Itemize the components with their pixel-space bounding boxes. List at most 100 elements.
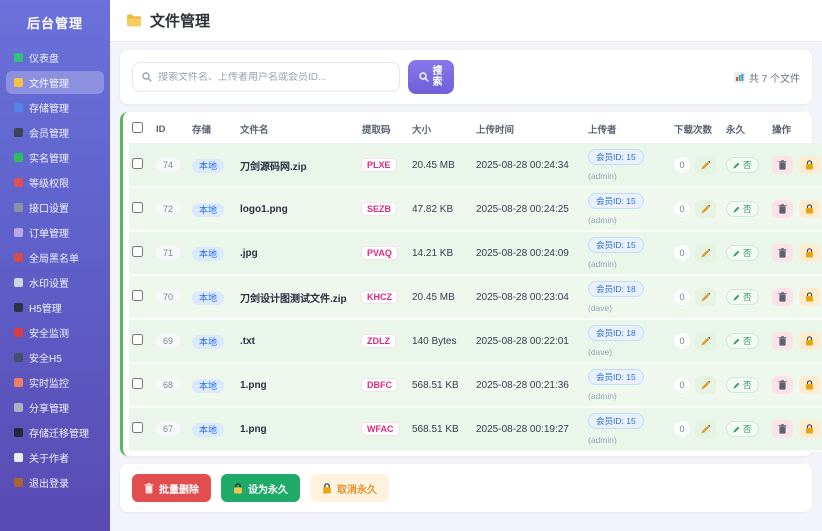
- uploader-badge: 会员ID: 15: [588, 413, 644, 429]
- edit-downloads-button[interactable]: [695, 332, 716, 350]
- sidebar-item-dashboard[interactable]: 仪表盘: [6, 46, 104, 69]
- edit-downloads-button[interactable]: [695, 200, 716, 218]
- row-checkbox[interactable]: [132, 290, 143, 301]
- col-code: 提取码: [359, 114, 409, 144]
- select-all-checkbox[interactable]: [132, 122, 143, 133]
- download-count: 0: [674, 245, 690, 261]
- download-count: 0: [674, 201, 690, 217]
- col-ops: 操作: [769, 114, 822, 144]
- lock-file-button[interactable]: [799, 332, 820, 350]
- row-checkbox[interactable]: [132, 378, 143, 389]
- row-checkbox[interactable]: [132, 422, 143, 433]
- file-id-badge: 70: [156, 289, 181, 304]
- lock-file-button[interactable]: [799, 376, 820, 394]
- delete-file-button[interactable]: [772, 332, 793, 350]
- edit-downloads-button[interactable]: [695, 288, 716, 306]
- file-size: 568.51 KB: [409, 407, 473, 452]
- search-box: [132, 62, 400, 92]
- permanent-toggle[interactable]: 否: [726, 157, 759, 173]
- sidebar-item-watermark[interactable]: 水印设置: [6, 271, 104, 294]
- edit-downloads-button[interactable]: [695, 244, 716, 262]
- trash-icon: [144, 482, 154, 494]
- row-checkbox[interactable]: [132, 202, 143, 213]
- sidebar-item-api[interactable]: 接口设置: [6, 196, 104, 219]
- row-checkbox[interactable]: [132, 334, 143, 345]
- sidebar-item-orders[interactable]: 订单管理: [6, 221, 104, 244]
- delete-file-button[interactable]: [772, 420, 793, 438]
- download-count: 0: [674, 421, 690, 437]
- sidebar-item-share[interactable]: 分享管理: [6, 396, 104, 419]
- edit-downloads-button[interactable]: [695, 420, 716, 438]
- permanent-toggle[interactable]: 否: [726, 289, 759, 305]
- table-row: 68 本地 1.png DBFC 568.51 KB 2025-08-28 00…: [129, 363, 822, 408]
- sidebar-item-monitor[interactable]: 实时监控: [6, 371, 104, 394]
- delete-file-button[interactable]: [772, 156, 793, 174]
- search-button[interactable]: 搜索: [408, 60, 454, 94]
- page-title: 文件管理: [150, 13, 211, 30]
- sidebar-item-security[interactable]: 安全监测: [6, 321, 104, 344]
- sidebar-item-label: 关于作者: [29, 454, 69, 465]
- sidebar-item-storage[interactable]: 存储管理: [6, 96, 104, 119]
- cancel-permanent-button[interactable]: 取消永久: [310, 474, 389, 502]
- set-permanent-label: 设为永久: [248, 484, 288, 496]
- download-count: 0: [674, 157, 690, 173]
- permanent-toggle[interactable]: 否: [726, 421, 759, 437]
- permanent-toggle[interactable]: 否: [726, 245, 759, 261]
- sidebar-item-label: 订单管理: [29, 229, 69, 240]
- bulk-delete-button[interactable]: 批量删除: [132, 474, 211, 502]
- uploader-username: (admin): [588, 435, 617, 445]
- uploader-badge: 会员ID: 15: [588, 369, 644, 385]
- edit-downloads-button[interactable]: [695, 376, 716, 394]
- delete-file-button[interactable]: [772, 200, 793, 218]
- extract-code-badge: PLXE: [362, 158, 396, 171]
- file-id-badge: 72: [156, 201, 181, 216]
- storage-badge: 本地: [192, 202, 225, 217]
- sidebar-item-files[interactable]: 文件管理: [6, 71, 104, 94]
- permanent-toggle[interactable]: 否: [726, 333, 759, 349]
- sidebar-nav: 仪表盘 文件管理 存储管理 会员管理 实名管理 等级权限 接口设置 订单管理 全…: [0, 46, 110, 494]
- row-checkbox[interactable]: [132, 158, 143, 169]
- sidebar-item-migrate[interactable]: 存储迁移管理: [6, 421, 104, 444]
- storage-badge: 本地: [192, 422, 225, 437]
- lock-file-button[interactable]: [799, 156, 820, 174]
- delete-file-button[interactable]: [772, 376, 793, 394]
- search-input[interactable]: [158, 71, 390, 83]
- table-row: 74 本地 刀剑源码网.zip PLXE 20.45 MB 2025-08-28…: [129, 143, 822, 188]
- set-permanent-button[interactable]: 设为永久: [221, 474, 300, 502]
- sidebar-item-level[interactable]: 等级权限: [6, 171, 104, 194]
- dashboard-icon: [14, 53, 23, 62]
- file-id-badge: 71: [156, 245, 181, 260]
- delete-file-button[interactable]: [772, 244, 793, 262]
- lock-file-button[interactable]: [799, 200, 820, 218]
- sidebar-item-label: 安全监测: [29, 329, 69, 340]
- sidebar-item-author[interactable]: 关于作者: [6, 446, 104, 469]
- sidebar-item-security-h5[interactable]: 安全H5: [6, 346, 104, 369]
- upload-time: 2025-08-28 00:21:36: [473, 363, 585, 408]
- row-checkbox[interactable]: [132, 246, 143, 257]
- sidebar-item-members[interactable]: 会员管理: [6, 121, 104, 144]
- table-header-row: ID 存储 文件名 提取码 大小 上传时间 上传者 下载次数 永久 操作: [129, 114, 822, 144]
- permanent-toggle[interactable]: 否: [726, 377, 759, 393]
- level-icon: [14, 178, 23, 187]
- lock-file-button[interactable]: [799, 420, 820, 438]
- lock-file-button[interactable]: [799, 288, 820, 306]
- sidebar-item-blacklist[interactable]: 全局黑名单: [6, 246, 104, 269]
- extract-code-badge: PVAQ: [362, 246, 397, 259]
- uploader-badge: 会员ID: 15: [588, 149, 644, 165]
- sidebar-item-label: 接口设置: [29, 204, 69, 215]
- sidebar: 后台管理 仪表盘 文件管理 存储管理 会员管理 实名管理 等级权限 接口设置 订…: [0, 0, 110, 531]
- sidebar-item-label: 实时监控: [29, 379, 69, 390]
- permanent-toggle[interactable]: 否: [726, 201, 759, 217]
- edit-downloads-button[interactable]: [695, 156, 716, 174]
- download-count: 0: [674, 333, 690, 349]
- sidebar-item-verify[interactable]: 实名管理: [6, 146, 104, 169]
- col-id: ID: [153, 114, 189, 144]
- lock-file-button[interactable]: [799, 244, 820, 262]
- sidebar-item-h5[interactable]: H5管理: [6, 296, 104, 319]
- file-size: 568.51 KB: [409, 363, 473, 408]
- extract-code-badge: ZDLZ: [362, 334, 395, 347]
- file-id-badge: 74: [156, 157, 181, 172]
- cancel-permanent-label: 取消永久: [337, 484, 377, 496]
- delete-file-button[interactable]: [772, 288, 793, 306]
- sidebar-item-logout[interactable]: 退出登录: [6, 471, 104, 494]
